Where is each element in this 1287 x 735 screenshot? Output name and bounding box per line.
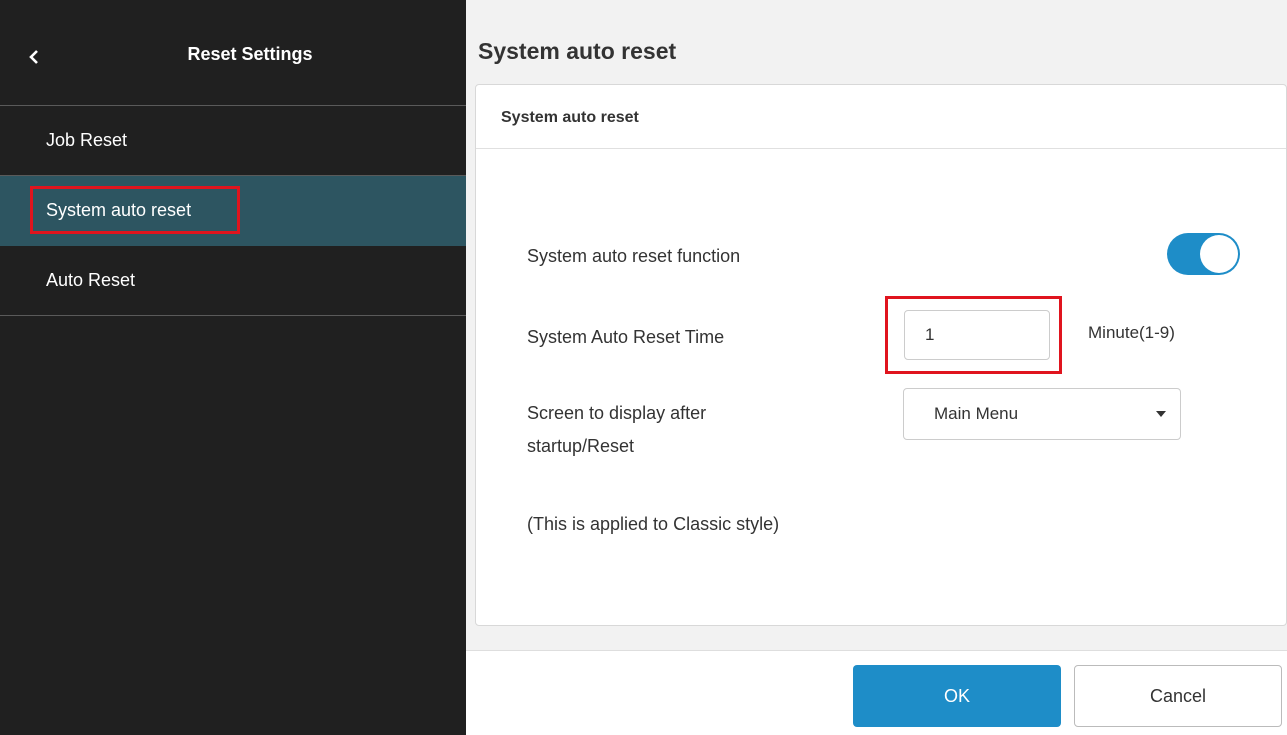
classic-style-note: (This is applied to Classic style) [527, 514, 780, 534]
card-header: System auto reset [476, 85, 1286, 149]
screen-select[interactable]: Main Menu [903, 388, 1181, 440]
main-content: System auto reset System auto reset Syst… [466, 0, 1287, 735]
card-title: System auto reset [501, 109, 639, 126]
back-button[interactable] [14, 40, 54, 74]
function-label: System auto reset function [527, 246, 741, 266]
cancel-button[interactable]: Cancel [1074, 665, 1282, 727]
screen-label-line2: startup/Reset [527, 436, 635, 456]
sidebar: Reset Settings Job Reset System auto res… [0, 0, 466, 735]
sidebar-title: Reset Settings [187, 44, 313, 64]
sidebar-item-job-reset[interactable]: Job Reset [0, 106, 466, 176]
chevron-left-icon [28, 49, 40, 65]
settings-card: System auto reset System auto reset func… [475, 84, 1287, 626]
toggle-knob [1200, 235, 1238, 273]
sidebar-item-system-auto-reset[interactable]: System auto reset [0, 176, 466, 246]
sidebar-item-label: Job Reset [46, 130, 128, 150]
sidebar-item-label: System auto reset [46, 200, 192, 220]
footer: OK Cancel [466, 650, 1287, 735]
page-title: System auto reset [478, 38, 677, 64]
time-label: System Auto Reset Time [527, 327, 725, 347]
auto-reset-toggle[interactable] [1167, 233, 1240, 275]
time-unit-label: Minute(1-9) [1088, 323, 1175, 342]
sidebar-item-auto-reset[interactable]: Auto Reset [0, 246, 466, 316]
screen-select-value: Main Menu [934, 404, 1019, 423]
caret-down-icon [1156, 411, 1166, 417]
ok-button[interactable]: OK [853, 665, 1061, 727]
screen-label-line1: Screen to display after [527, 403, 707, 423]
sidebar-item-label: Auto Reset [46, 270, 136, 290]
sidebar-header: Reset Settings [0, 0, 466, 106]
reset-time-input[interactable] [904, 310, 1050, 360]
